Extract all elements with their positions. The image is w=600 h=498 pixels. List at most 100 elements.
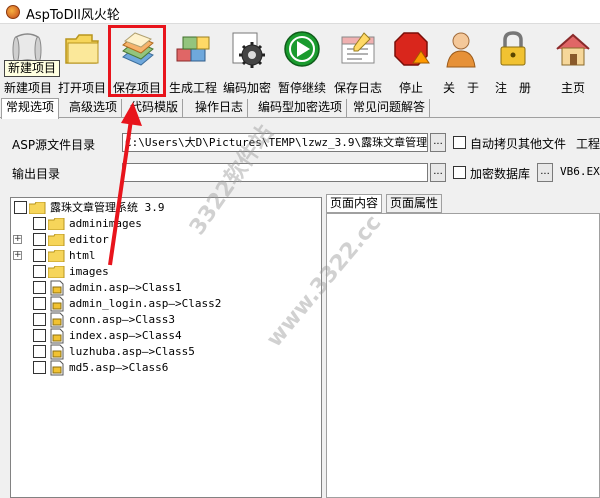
stop-button[interactable]: 停止 [386,25,436,97]
tree-item-label: luzhuba.asp—>Class5 [69,345,195,358]
tree-item-checkbox[interactable] [33,249,46,262]
tree-item-checkbox[interactable] [33,281,46,294]
tab-operation-log[interactable]: 操作日志 [191,99,249,118]
auto-copy-label: 自动拷贝其他文件 [470,137,567,151]
output-dir-browse-button[interactable]: ... [430,163,446,182]
home-button[interactable]: 主页 [546,25,600,97]
home-icon [556,33,590,66]
tree-item[interactable]: + html [13,248,313,264]
tree-item[interactable]: conn.asp—>Class3 [33,312,313,328]
auto-copy-checkbox[interactable] [453,136,466,149]
tab-faq[interactable]: 常见问题解答 [349,99,431,118]
save-project-label: 保存项目 [112,81,161,95]
build-project-button[interactable]: 生成工程 [166,25,220,97]
tree-item[interactable]: admin_login.asp—>Class2 [33,296,313,312]
stop-sign-icon [394,32,430,66]
save-log-label: 保存日志 [333,81,382,95]
tree-item[interactable]: adminimages [33,216,313,232]
file-tree[interactable]: 露珠文章管理系统 3.9 adminimages + editor + html… [10,197,322,498]
expand-icon[interactable]: + [13,235,22,244]
project-label: 工程 [576,137,600,151]
encode-encrypt-label: 编码加密 [222,81,271,95]
output-dir-input[interactable] [122,163,428,182]
output-dir-label: 输出目录 [12,167,61,181]
encrypt-db-label: 加密数据库 [470,167,531,181]
register-button[interactable]: 注 册 [486,25,540,97]
play-icon [284,31,320,67]
tooltip: 新建项目 [4,60,61,77]
tree-item-checkbox[interactable] [33,329,46,342]
tree-item-label: admin_login.asp—>Class2 [69,297,222,310]
tree-item-checkbox[interactable] [33,233,46,246]
tab-encoding-options[interactable]: 编码型加密选项 [254,99,348,118]
build-project-label: 生成工程 [168,81,217,95]
toolbar: 新建项目 新建项目 打开项目 保存项目 生成工程 编码加密 暂停继续 保存日志 … [0,25,600,97]
expand-icon[interactable]: + [13,251,22,260]
vb-exe-label: VB6.EXE [560,165,600,178]
folder-icon [48,266,65,278]
tree-item[interactable]: images [33,264,313,280]
tree-item-label: index.asp—>Class4 [69,329,182,342]
tree-item[interactable]: index.asp—>Class4 [33,328,313,344]
tree-root-label: 露珠文章管理系统 3.9 [50,201,165,214]
lock-icon [500,31,526,66]
open-project-button[interactable]: 打开项目 [56,25,108,97]
register-label: 注 册 [494,81,531,95]
tab-page-content[interactable]: 页面内容 [326,194,383,213]
tree-item-label: html [69,249,96,262]
tab-code-template[interactable]: 代码模版 [126,99,184,118]
tree-root[interactable]: 露珠文章管理系统 3.9 [14,200,314,216]
general-panel: ASP源文件目录 C:\Users\大D\Pictures\TEMP\lzwz_… [0,119,600,498]
tree-item-checkbox[interactable] [33,345,46,358]
tree-item-label: admin.asp—>Class1 [69,281,182,294]
tree-item-checkbox[interactable] [33,265,46,278]
save-project-button[interactable]: 保存项目 [108,25,166,97]
title-bar: AspToDll风火轮 [0,0,600,24]
page-content-panel [326,213,600,498]
tree-root-checkbox[interactable] [14,201,27,214]
tab-page-properties[interactable]: 页面属性 [386,194,443,213]
tree-item-label: images [69,265,109,278]
tree-item-label: conn.asp—>Class3 [69,313,175,326]
app-icon [6,5,20,19]
tree-item-checkbox[interactable] [33,313,46,326]
asp-dir-browse-button[interactable]: ... [430,133,446,152]
tree-item-label: editor [69,233,109,246]
encrypt-db-checkbox[interactable] [453,166,466,179]
log-icon [341,32,375,64]
save-log-button[interactable]: 保存日志 [330,25,386,97]
about-label: 关 于 [442,81,479,95]
asp-file-icon [50,280,64,296]
tree-item[interactable]: luzhuba.asp—>Class5 [33,344,313,360]
new-project-label: 新建项目 [3,81,52,95]
asp-dir-label: ASP源文件目录 [12,138,96,152]
asp-file-icon [50,360,64,376]
asp-file-icon [50,296,64,312]
tree-item[interactable]: md5.asp—>Class6 [33,360,313,376]
build-blocks-icon [176,36,210,62]
tree-item-checkbox[interactable] [33,297,46,310]
encrypt-db-browse-button[interactable]: ... [537,163,553,182]
folder-icon [48,218,65,230]
encode-encrypt-button[interactable]: 编码加密 [220,25,274,97]
save-stack-icon [122,32,154,66]
about-button[interactable]: 关 于 [436,25,486,97]
asp-dir-input[interactable]: C:\Users\大D\Pictures\TEMP\lzwz_3.9\露珠文章管… [122,133,428,152]
asp-file-icon [50,328,64,344]
tree-item-checkbox[interactable] [33,217,46,230]
folder-icon [65,34,99,64]
tree-item-checkbox[interactable] [33,361,46,374]
tab-advanced[interactable]: 高级选项 [65,99,123,118]
folder-icon [48,250,65,262]
person-icon [446,32,476,68]
tree-item-label: md5.asp—>Class6 [69,361,169,374]
pause-resume-button[interactable]: 暂停继续 [274,25,330,97]
open-project-label: 打开项目 [57,81,106,95]
tree-item[interactable]: + editor [13,232,313,248]
asp-file-icon [50,312,64,328]
gear-icon [232,32,265,68]
folder-icon [29,202,46,214]
tab-general[interactable]: 常规选项 [1,98,60,119]
tree-item-label: adminimages [69,217,142,230]
tree-item[interactable]: admin.asp—>Class1 [33,280,313,296]
